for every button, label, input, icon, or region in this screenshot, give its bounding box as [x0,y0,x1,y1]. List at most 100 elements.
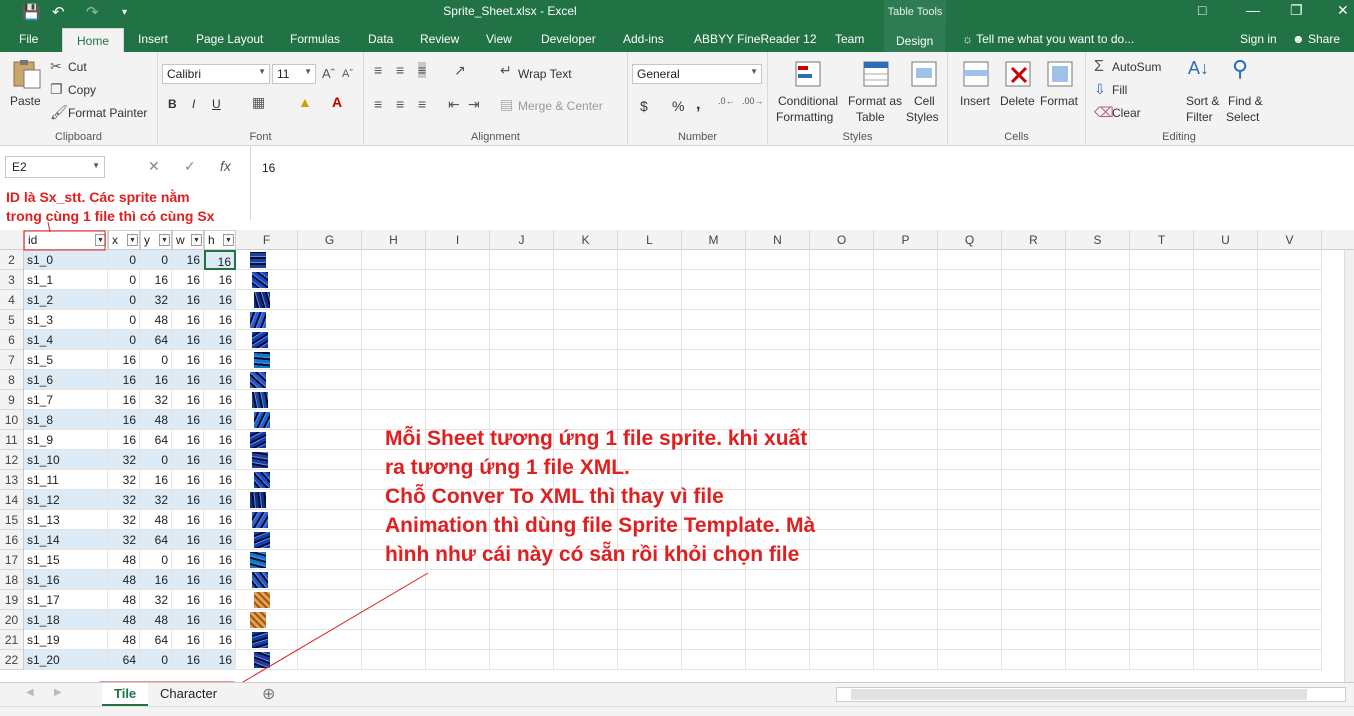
empty-cell[interactable] [1002,590,1066,610]
empty-cell[interactable] [810,650,874,670]
column-header[interactable]: J [490,230,554,250]
empty-cell[interactable] [490,370,554,390]
table-cell-y[interactable]: 64 [140,630,172,650]
table-cell-h[interactable]: 16 [204,610,236,630]
empty-cell[interactable] [490,610,554,630]
table-cell-id[interactable]: s1_18 [24,610,108,630]
table-cell-w[interactable]: 16 [172,350,204,370]
empty-cell[interactable] [1002,510,1066,530]
table-cell-y[interactable]: 0 [140,250,172,270]
table-cell-w[interactable]: 16 [172,530,204,550]
empty-cell[interactable] [1194,590,1258,610]
table-cell-y[interactable]: 16 [140,370,172,390]
table-cell-id[interactable]: s1_4 [24,330,108,350]
empty-cell[interactable] [298,350,362,370]
table-cell-x[interactable]: 0 [108,270,140,290]
empty-cell[interactable] [682,330,746,350]
empty-cell[interactable] [298,430,362,450]
empty-cell[interactable] [554,650,618,670]
name-box[interactable]: E2 ▼ [5,156,105,178]
tab-formulas[interactable]: Formulas [290,30,340,48]
empty-cell[interactable] [1258,370,1322,390]
empty-cell[interactable] [298,290,362,310]
empty-cell[interactable] [554,250,618,270]
middle-align-icon[interactable]: ≡ [396,62,404,78]
table-cell-w[interactable]: 16 [172,250,204,270]
align-left-icon[interactable]: ≡ [374,96,382,112]
row-header[interactable]: 8 [0,370,24,390]
insert-cells-button[interactable]: Insert [960,94,990,108]
row-header[interactable]: 12 [0,450,24,470]
empty-cell[interactable] [810,350,874,370]
empty-cell[interactable] [874,450,938,470]
empty-cell[interactable] [362,350,426,370]
enter-icon[interactable]: ✓ [184,158,196,175]
conditional-formatting-line2[interactable]: Formatting [776,110,833,124]
table-cell-y[interactable]: 0 [140,350,172,370]
empty-cell[interactable] [1130,530,1194,550]
row-header[interactable]: 11 [0,430,24,450]
table-cell-id[interactable]: s1_9 [24,430,108,450]
empty-cell[interactable] [1002,270,1066,290]
empty-cell[interactable] [490,330,554,350]
empty-cell[interactable] [1258,550,1322,570]
empty-cell[interactable] [1130,410,1194,430]
table-cell-x[interactable]: 48 [108,550,140,570]
empty-cell[interactable] [1066,490,1130,510]
table-cell-h[interactable]: 16 [204,410,236,430]
empty-cell[interactable] [490,310,554,330]
empty-cell[interactable] [682,350,746,370]
empty-cell[interactable] [1130,510,1194,530]
empty-cell[interactable] [746,590,810,610]
row-header[interactable]: 13 [0,470,24,490]
empty-cell[interactable] [874,530,938,550]
empty-cell[interactable] [490,630,554,650]
increase-font-icon[interactable]: Aˆ [322,66,335,81]
empty-cell[interactable] [490,250,554,270]
table-cell-y[interactable]: 48 [140,510,172,530]
filter-dropdown-icon[interactable]: ▼ [159,234,170,246]
empty-cell[interactable] [1194,430,1258,450]
empty-cell[interactable] [1194,610,1258,630]
empty-cell[interactable] [1258,590,1322,610]
table-cell-x[interactable]: 32 [108,530,140,550]
table-cell-h[interactable]: 16 [204,270,236,290]
table-cell-w[interactable]: 16 [172,290,204,310]
cut-button[interactable]: Cut [68,60,87,74]
empty-cell[interactable] [1194,270,1258,290]
table-cell-y[interactable]: 64 [140,430,172,450]
bold-button[interactable]: B [168,97,177,111]
table-cell-w[interactable]: 16 [172,630,204,650]
empty-cell[interactable] [298,310,362,330]
empty-cell[interactable] [874,250,938,270]
table-cell-h[interactable]: 16 [204,530,236,550]
empty-cell[interactable] [1258,630,1322,650]
empty-cell[interactable] [1130,550,1194,570]
empty-cell[interactable] [874,590,938,610]
table-cell-h[interactable]: 16 [204,310,236,330]
empty-cell[interactable] [874,510,938,530]
table-cell-y[interactable]: 16 [140,270,172,290]
empty-cell[interactable] [1066,550,1130,570]
empty-cell[interactable] [746,270,810,290]
empty-cell[interactable] [746,330,810,350]
row-header[interactable]: 9 [0,390,24,410]
empty-cell[interactable] [426,650,490,670]
scroll-left-icon[interactable]: ◀ [26,687,34,698]
empty-cell[interactable] [236,250,298,270]
empty-cell[interactable] [618,250,682,270]
empty-cell[interactable] [1130,370,1194,390]
row-header[interactable]: 7 [0,350,24,370]
autosum-button[interactable]: AutoSum [1112,60,1161,74]
empty-cell[interactable] [236,570,298,590]
empty-cell[interactable] [682,590,746,610]
empty-cell[interactable] [1066,270,1130,290]
empty-cell[interactable] [362,330,426,350]
empty-cell[interactable] [746,650,810,670]
table-cell-h[interactable]: 16 [204,290,236,310]
empty-cell[interactable] [426,570,490,590]
empty-cell[interactable] [1002,650,1066,670]
table-cell-h[interactable]: 16 [204,450,236,470]
empty-cell[interactable] [298,330,362,350]
table-cell-y[interactable]: 48 [140,610,172,630]
